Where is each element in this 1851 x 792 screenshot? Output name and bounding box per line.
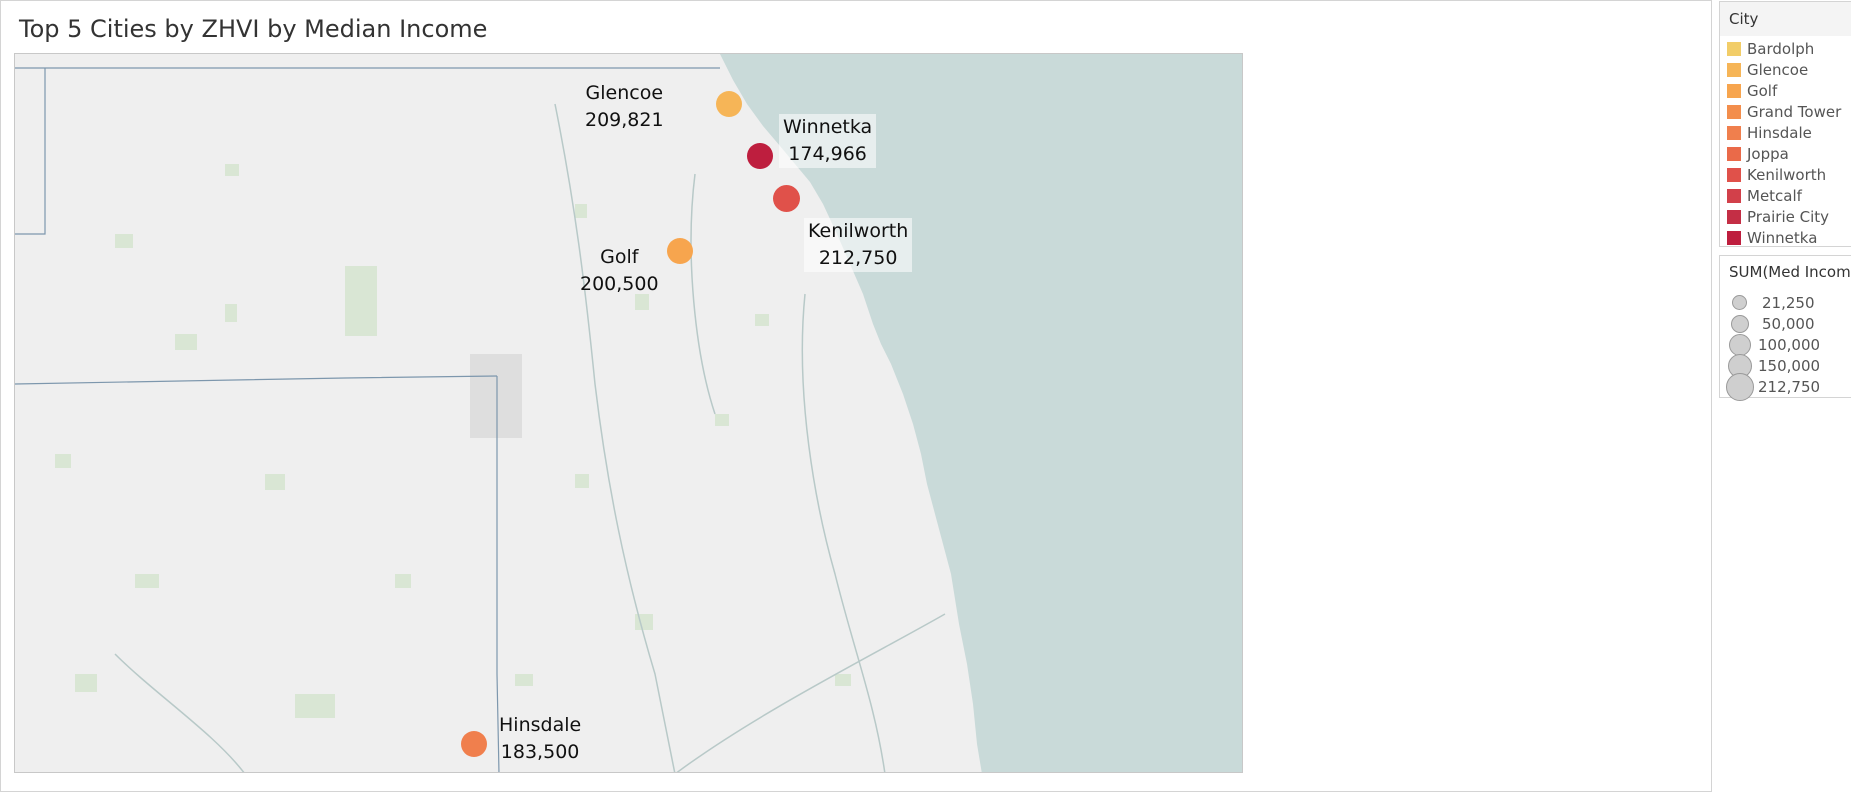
legend-item-label: Kenilworth <box>1747 166 1827 184</box>
marker-city-name: Winnetka <box>783 116 873 138</box>
size-legend-label: 21,250 <box>1762 294 1815 312</box>
size-legend-label: 150,000 <box>1758 357 1821 375</box>
marker-city-name: Glencoe <box>585 82 664 104</box>
marker-city-name: Hinsdale <box>499 714 582 736</box>
marker-value: 200,500 <box>580 273 659 295</box>
color-swatch <box>1727 210 1741 224</box>
map-marker-hinsdale[interactable] <box>460 730 488 758</box>
size-circle <box>1732 295 1748 311</box>
size-legend-label: 100,000 <box>1758 336 1821 354</box>
size-circle <box>1730 314 1750 334</box>
color-swatch <box>1727 63 1741 77</box>
city-legend: City Bardolph Glencoe Golf Grand Tower Hinsd… <box>1719 1 1851 247</box>
legend-item-label: Golf <box>1747 82 1778 100</box>
city-legend-title: City <box>1720 2 1851 36</box>
legend-item-label: Glencoe <box>1747 61 1809 79</box>
marker-value: 183,500 <box>500 741 580 763</box>
color-swatch <box>1727 42 1741 56</box>
marker-label: Winnetka 174,966 <box>779 114 877 168</box>
marker-city-name: Golf <box>600 246 639 268</box>
size-legend: SUM(Med Income 21,250 50,000 100,000 150,00… <box>1719 255 1851 401</box>
marker-value: 212,750 <box>818 247 898 269</box>
legend-item-label: Hinsdale <box>1747 124 1812 142</box>
map-marker-winnetka[interactable] <box>747 143 773 169</box>
color-swatch <box>1727 147 1741 161</box>
size-circle <box>1726 373 1754 401</box>
marker-value: 174,966 <box>788 143 867 165</box>
dashboard: Top 5 Cities by ZHVI by Median Income Gl… <box>0 0 1851 792</box>
worksheet-pane: Top 5 Cities by ZHVI by Median Income Gl… <box>0 0 1712 792</box>
color-swatch <box>1727 105 1741 119</box>
legend-item-label: Joppa <box>1747 145 1789 163</box>
marker-label: Kenilworth 212,750 <box>804 218 913 272</box>
marker-value: 209,821 <box>585 109 664 131</box>
map-view[interactable]: Glencoe 209,821 Winnetka 174,966 Kenilworth 2… <box>14 53 1243 773</box>
size-legend-title: SUM(Med Income <box>1729 263 1851 281</box>
legend-item-label: Prairie City <box>1747 208 1830 226</box>
marker-label: Glencoe 209,821 <box>585 80 664 134</box>
color-swatch <box>1727 168 1741 182</box>
map-marker-kenilworth[interactable] <box>772 184 800 212</box>
legend-item-label: Bardolph <box>1747 40 1815 58</box>
legend-item-label: Metcalf <box>1747 187 1802 205</box>
marker-label: Golf 200,500 <box>580 244 659 298</box>
color-swatch <box>1727 189 1741 203</box>
sheet-title: Top 5 Cities by ZHVI by Median Income <box>19 15 488 43</box>
size-circle <box>1728 334 1751 357</box>
size-legend-label: 212,750 <box>1758 378 1821 396</box>
color-swatch <box>1727 231 1741 245</box>
color-swatch <box>1727 126 1741 140</box>
color-swatch <box>1727 84 1741 98</box>
marker-label: Hinsdale 183,500 <box>499 712 581 766</box>
legend-item-label: Grand Tower <box>1747 103 1842 121</box>
size-legend-label: 50,000 <box>1762 315 1815 333</box>
legend-item-label: Winnetka <box>1747 229 1818 247</box>
marker-city-name: Kenilworth <box>808 220 909 242</box>
basemap <box>15 54 1242 772</box>
